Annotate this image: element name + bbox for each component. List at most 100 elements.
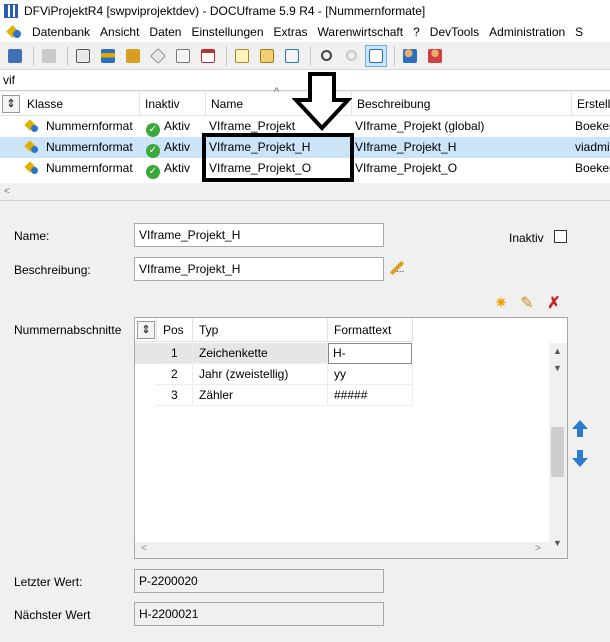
user-group-icon[interactable] [424, 45, 446, 67]
letzter-wert-label: Letzter Wert: [14, 575, 83, 589]
system-menu-icon[interactable] [6, 24, 24, 40]
check-circle-icon: ✓ [146, 123, 160, 137]
nummernabschnitte-label: Nummernabschnitte [14, 323, 122, 337]
column-header-inaktiv[interactable]: Inaktiv [140, 92, 206, 116]
menu-help[interactable]: ? [409, 25, 426, 39]
cell-pos: 1 [155, 343, 193, 364]
cell-erstell: Boeker [575, 161, 610, 175]
new-document-icon[interactable] [231, 45, 253, 67]
list-item[interactable]: 2 Jahr (zweistellig) yy [135, 364, 413, 385]
inaktiv-checkbox[interactable] [554, 230, 567, 243]
name-label: Name: [14, 229, 50, 243]
scroll-right-icon[interactable]: > [535, 543, 541, 554]
toolbar-separator [310, 45, 311, 66]
move-up-arrow-icon[interactable] [572, 420, 588, 440]
horizontal-scrollbar[interactable]: < > [135, 542, 549, 558]
scroll-down-icon[interactable]: ▼ [553, 538, 562, 548]
naechster-wert-label: Nächster Wert [14, 608, 91, 622]
check-circle-icon: ✓ [146, 165, 160, 179]
sort-toggle-icon[interactable]: ⇕ [137, 321, 155, 339]
sort-toggle-icon[interactable]: ⇕ [2, 95, 20, 113]
menu-ansicht[interactable]: Ansicht [96, 25, 145, 39]
app-icon [4, 4, 18, 18]
menu-datenbank[interactable]: Datenbank [28, 25, 96, 39]
move-down-arrow-icon[interactable] [572, 450, 588, 470]
naechster-wert-field: H-2200021 [134, 602, 384, 626]
card-icon[interactable] [72, 45, 94, 67]
add-star-icon[interactable]: ✷ [492, 295, 510, 313]
search-icon[interactable] [315, 45, 337, 67]
toolbar-separator [33, 45, 34, 66]
row-selector[interactable] [135, 343, 155, 364]
cell-typ: Jahr (zweistellig) [193, 364, 328, 385]
cell-beschreibung: VIframe_Projekt_O [355, 161, 458, 175]
list-item[interactable]: 1 Zeichenkette H- [135, 343, 413, 364]
menu-einstellungen[interactable]: Einstellungen [187, 25, 269, 39]
inaktiv-label: Inaktiv [509, 231, 544, 245]
number-format-icon [24, 140, 40, 155]
print-icon[interactable] [38, 45, 60, 67]
menu-warenwirtschaft[interactable]: Warenwirtschaft [314, 25, 410, 39]
scroll-up-icon[interactable]: ▲ [553, 346, 562, 356]
cell-formattext: yy [328, 364, 413, 385]
cell-typ: Zeichenkette [193, 343, 328, 364]
form-view-icon[interactable] [365, 44, 387, 67]
document-icon[interactable] [172, 45, 194, 67]
column-header-pos[interactable]: Pos [157, 318, 193, 342]
beschreibung-input[interactable]: VIframe_Projekt_H [134, 257, 384, 281]
list-icon[interactable] [97, 45, 119, 67]
cell-pos: 3 [155, 385, 193, 406]
menu-administration[interactable]: Administration [485, 25, 571, 39]
tag-icon[interactable] [147, 45, 169, 67]
search-disabled-icon [340, 45, 362, 67]
users-icon[interactable] [399, 45, 421, 67]
column-header-typ[interactable]: Typ [193, 318, 328, 342]
cell-inaktiv: ✓ Aktiv [142, 116, 206, 137]
cell-klasse: Nummernformat [46, 119, 133, 133]
cell-klasse: Nummernformat [46, 161, 133, 175]
calendar-icon[interactable] [197, 45, 219, 67]
cell-inaktiv: ✓ Aktiv [142, 137, 206, 158]
column-header-beschreibung[interactable]: Beschreibung [352, 92, 572, 116]
toolbar-separator [226, 45, 227, 66]
envelope-icon[interactable] [256, 45, 278, 67]
column-header-formattext[interactable]: Formattext [328, 318, 413, 342]
column-header-erstell[interactable]: Erstell [572, 92, 610, 116]
delete-icon[interactable]: ✗ [545, 295, 563, 313]
menu-daten[interactable]: Daten [145, 25, 187, 39]
task-icon[interactable] [281, 45, 303, 67]
annotation-arrow-icon [292, 72, 352, 131]
cell-inaktiv-text: Aktiv [164, 161, 191, 175]
horizontal-scrollbar[interactable]: < [0, 183, 610, 200]
formattext-edit-input[interactable]: H- [328, 343, 412, 364]
name-input[interactable]: VIframe_Projekt_H [134, 223, 384, 247]
menu-more[interactable]: S [571, 25, 589, 39]
beschreibung-label: Beschreibung: [14, 263, 91, 277]
scroll-up-page-icon[interactable]: ▼ [553, 363, 562, 373]
folder-icon[interactable] [122, 45, 144, 67]
cell-erstell: viadmi [575, 140, 610, 154]
cell-typ: Zähler [193, 385, 328, 406]
list-item[interactable]: 3 Zähler ##### [135, 385, 413, 406]
vertical-scrollbar[interactable]: ▲ ▼ ▼ [549, 343, 567, 558]
sort-ascending-icon: ^ [274, 86, 280, 98]
edit-description-icon[interactable] [388, 260, 406, 278]
cell-inaktiv: ✓ Aktiv [142, 158, 206, 179]
cell-formattext: ##### [328, 385, 413, 406]
menu-extras[interactable]: Extras [270, 25, 314, 39]
scroll-left-icon[interactable]: < [4, 183, 10, 200]
cell-inaktiv-text: Aktiv [164, 119, 191, 133]
scrollbar-thumb[interactable] [551, 427, 564, 477]
cell-beschreibung: VIframe_Projekt (global) [355, 119, 485, 133]
column-header-klasse[interactable]: Klasse [22, 92, 140, 116]
cell-beschreibung: VIframe_Projekt_H [355, 140, 457, 154]
scroll-left-icon[interactable]: < [141, 543, 147, 554]
edit-pencil-icon[interactable]: ✎ [518, 295, 536, 313]
toolbar [0, 42, 610, 70]
save-icon[interactable] [4, 45, 26, 67]
menu-devtools[interactable]: DevTools [426, 25, 485, 39]
cell-pos: 2 [155, 364, 193, 385]
number-format-icon [24, 119, 40, 134]
cell-inaktiv-text: Aktiv [164, 140, 191, 154]
annotation-highlight-box [202, 133, 354, 182]
